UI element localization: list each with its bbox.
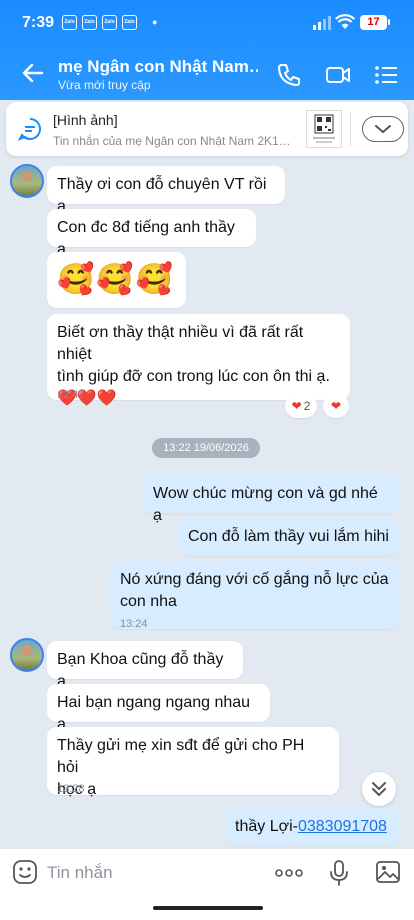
menu-list-icon[interactable] [373, 62, 399, 88]
sticker-icon[interactable] [12, 859, 38, 885]
incoming-message[interactable]: Hai bạn ngang ngang nhau ạ [47, 684, 270, 733]
zalo-notification-icon: Zalo [82, 15, 97, 30]
battery-indicator: 17 [360, 15, 387, 30]
message-time: 13:24 [120, 618, 148, 630]
message-text: thầy Lợi-0383091708 [235, 816, 389, 838]
message-time: 13:28 [57, 783, 85, 795]
incoming-message[interactable]: Thầy ơi con đỗ chuyên VT rồi ạ [47, 166, 285, 215]
more-notifications-dot-icon: ● [152, 17, 158, 27]
outgoing-message[interactable]: Nó xứng đáng với cố gắng nỗ lực của con … [110, 561, 399, 630]
zalo-notification-icon: Zalo [102, 15, 117, 30]
chat-subtitle: Vừa mới truy cập [58, 78, 151, 92]
message-emoji: 🥰🥰🥰 [57, 263, 176, 296]
contact-avatar[interactable] [10, 638, 44, 672]
pinned-message-bar[interactable]: [Hình ảnh] Tin nhắn của mẹ Ngân con Nhật… [6, 102, 408, 156]
heart-reaction-icon: ❤ [291, 399, 302, 413]
incoming-message[interactable]: Bạn Khoa cũng đỗ thầy ạ [47, 641, 243, 690]
chat-title[interactable]: mẹ Ngân con Nhật Nam… [58, 57, 258, 77]
chat-header: 7:39 Zalo Zalo Zalo Zalo ● 17 mẹ Ngân co… [0, 0, 414, 100]
message-text: Thầy gửi mẹ xin sđt để gửi cho PH hỏi [57, 737, 305, 776]
outgoing-message[interactable]: Wow chúc mừng con và gd nhé ạ [143, 474, 399, 524]
battery-tip [388, 19, 390, 25]
video-call-icon[interactable] [325, 62, 351, 88]
pinned-preview: Tin nhắn của mẹ Ngân con Nhật Nam 2K1… [53, 134, 291, 148]
contact-avatar[interactable] [10, 164, 44, 198]
message-input[interactable]: Tin nhắn [47, 863, 113, 883]
pinned-image-thumbnail[interactable] [306, 110, 342, 148]
status-time: 7:39 [22, 14, 55, 31]
message-time: 12:47 [57, 389, 85, 401]
divider [350, 112, 351, 146]
incoming-message[interactable]: Biết ơn thầy thật nhiều vì đã rất rất nh… [47, 314, 350, 407]
zalo-notification-icon: Zalo [62, 15, 77, 30]
status-bar: 7:39 Zalo Zalo Zalo Zalo ● 17 [0, 0, 414, 46]
message-text: Con đỗ làm thầy vui lắm hihi [188, 528, 389, 545]
pinned-title: [Hình ảnh] [53, 112, 118, 128]
outgoing-message[interactable]: Con đỗ làm thầy vui lắm hihi [178, 518, 399, 556]
phone-number-link[interactable]: 0383091708 [298, 818, 387, 835]
microphone-icon[interactable] [328, 859, 350, 887]
incoming-emoji-message[interactable]: 🥰🥰🥰 [47, 252, 186, 308]
wifi-icon [335, 14, 355, 29]
message-text: học ạ [57, 781, 97, 798]
message-text: con nha [120, 593, 177, 610]
message-text-prefix: thầy Lợi- [235, 818, 298, 835]
date-divider: 13:22 19/06/2026 [152, 438, 260, 458]
message-text: Biết ơn thầy thật nhiều vì đã rất rất nh… [57, 324, 304, 363]
qr-code-icon [313, 114, 335, 143]
more-options-icon[interactable] [275, 869, 303, 877]
scroll-to-bottom-button[interactable] [362, 772, 396, 806]
chevron-down-icon [375, 125, 391, 133]
react-button[interactable]: ❤ [323, 394, 349, 418]
outgoing-message[interactable]: thầy Lợi-0383091708 [225, 808, 399, 846]
incoming-message[interactable]: Con đc 8đ tiếng anh thầy ạ [47, 209, 256, 258]
zalo-notification-icon: Zalo [122, 15, 137, 30]
message-text: tình giúp đỡ con trong lúc con ôn thi ạ. [57, 368, 330, 385]
signal-icon [313, 16, 331, 30]
message-text: Nó xứng đáng với cố gắng nỗ lực của [120, 571, 389, 588]
reaction-summary[interactable]: ❤ 2 [285, 394, 317, 418]
voice-call-icon[interactable] [276, 62, 302, 88]
image-gallery-icon[interactable] [375, 859, 401, 885]
double-chevron-down-icon [372, 782, 386, 796]
chat-bubble-icon [17, 118, 41, 141]
expand-pinned-button[interactable] [362, 116, 404, 142]
incoming-message[interactable]: Thầy gửi mẹ xin sđt để gửi cho PH hỏi họ… [47, 727, 339, 798]
back-arrow-icon[interactable] [20, 60, 46, 86]
reaction-count: 2 [303, 399, 311, 413]
notification-icons: Zalo Zalo Zalo Zalo [62, 15, 137, 30]
home-indicator[interactable] [153, 906, 263, 910]
heart-icon: ❤ [330, 399, 342, 413]
